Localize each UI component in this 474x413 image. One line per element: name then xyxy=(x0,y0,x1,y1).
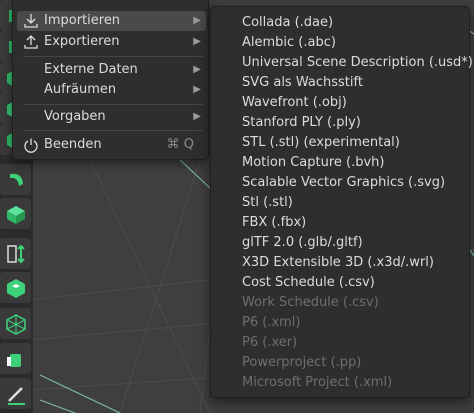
import-item-label: X3D Extensible 3D (.x3d/.wrl) xyxy=(242,255,434,270)
import-item-label: SVG als Wachsstift xyxy=(242,75,363,90)
import-item-label: P6 (.xml) xyxy=(242,315,301,330)
menu-item-label: Importieren xyxy=(44,13,121,28)
import-item[interactable]: Stanford PLY (.ply) xyxy=(211,113,469,133)
import-item-label: Work Schedule (.csv) xyxy=(242,295,379,310)
menu-separator xyxy=(23,56,203,57)
submenu-arrow-icon: ▶ xyxy=(193,84,201,95)
cube-icon xyxy=(6,205,25,224)
menu-item-label: Exportieren xyxy=(44,34,120,49)
menu-item-export[interactable]: Exportieren ▶ xyxy=(17,32,206,52)
tool-button[interactable] xyxy=(0,164,31,195)
tool-button[interactable] xyxy=(0,308,31,339)
import-icon xyxy=(24,14,38,28)
measure-icon xyxy=(6,244,25,263)
submenu-arrow-icon: ▶ xyxy=(193,64,201,75)
import-item-label: P6 (.xer) xyxy=(242,335,298,350)
shortcut-label: ⌘ Q xyxy=(166,137,194,152)
import-item[interactable]: Cost Schedule (.csv) xyxy=(211,273,469,293)
import-item[interactable]: glTF 2.0 (.glb/.gltf) xyxy=(211,233,469,253)
tool-button[interactable] xyxy=(0,343,31,374)
submenu-arrow-icon: ▶ xyxy=(193,111,201,122)
export-icon xyxy=(24,35,38,49)
import-item-disabled: P6 (.xer) xyxy=(211,333,469,353)
menu-item-cleanup[interactable]: Aufräumen ▶ xyxy=(17,80,206,100)
menu-separator xyxy=(23,130,203,131)
import-item[interactable]: Alembic (.abc) xyxy=(211,33,469,53)
import-item-label: Motion Capture (.bvh) xyxy=(242,155,385,170)
import-item[interactable]: Wavefront (.obj) xyxy=(211,93,469,113)
tool-button[interactable] xyxy=(0,238,31,269)
menu-item-import[interactable]: Importieren ▶ xyxy=(17,11,206,31)
import-item-label: Wavefront (.obj) xyxy=(242,95,347,110)
import-item-label: Universal Scene Description (.usd*) xyxy=(242,55,473,70)
torus-icon xyxy=(9,173,23,186)
tool-button[interactable] xyxy=(0,378,31,409)
menu-item-label: Aufräumen xyxy=(44,82,117,97)
import-item-label: Microsoft Project (.xml) xyxy=(242,375,393,390)
tool-button[interactable] xyxy=(0,198,31,229)
import-item-label: FBX (.fbx) xyxy=(242,215,307,230)
import-item-disabled: Work Schedule (.csv) xyxy=(211,293,469,313)
import-item[interactable]: Motion Capture (.bvh) xyxy=(211,153,469,173)
submenu-arrow-icon: ▶ xyxy=(193,15,201,26)
pencil-icon xyxy=(7,386,25,405)
import-item[interactable]: FBX (.fbx) xyxy=(211,213,469,233)
menu-item-defaults[interactable]: Vorgaben ▶ xyxy=(17,107,206,127)
import-item-label: Scalable Vector Graphics (.svg) xyxy=(242,175,446,190)
import-item-label: Alembic (.abc) xyxy=(242,35,336,50)
import-item-label: Cost Schedule (.csv) xyxy=(242,275,375,290)
menu-separator xyxy=(23,104,203,105)
import-item[interactable]: Collada (.dae) xyxy=(211,13,469,33)
import-item-label: Stl (.stl) xyxy=(242,195,293,210)
import-item-label: Collada (.dae) xyxy=(242,15,334,30)
menu-item-quit[interactable]: Beenden ⌘ Q xyxy=(17,135,206,155)
import-item[interactable]: Universal Scene Description (.usd*) xyxy=(211,53,473,73)
menu-item-label: Externe Daten xyxy=(44,62,138,77)
import-item[interactable]: Scalable Vector Graphics (.svg) xyxy=(211,173,469,193)
solid-icon xyxy=(6,278,25,298)
wireframe-icon xyxy=(5,313,26,335)
import-item[interactable]: SVG als Wachsstift xyxy=(211,73,469,93)
import-item[interactable]: STL (.stl) (experimental) xyxy=(211,133,469,153)
menu-item-label: Beenden xyxy=(44,137,102,152)
import-submenu: Collada (.dae) Alembic (.abc) Universal … xyxy=(210,6,473,398)
menu-item-external-data[interactable]: Externe Daten ▶ xyxy=(17,60,206,80)
import-item-label: Powerproject (.pp) xyxy=(242,355,362,370)
tool-button[interactable] xyxy=(0,272,31,303)
menu-item-label: Vorgaben xyxy=(44,109,106,124)
power-icon xyxy=(24,138,38,153)
import-item-label: glTF 2.0 (.glb/.gltf) xyxy=(242,235,363,250)
file-menu: Importieren ▶ Exportieren ▶ Externe Date… xyxy=(12,0,209,160)
import-item-disabled: Powerproject (.pp) xyxy=(211,353,469,373)
import-item-disabled: Microsoft Project (.xml) xyxy=(211,373,469,393)
submenu-arrow-icon: ▶ xyxy=(193,36,201,47)
import-item[interactable]: X3D Extensible 3D (.x3d/.wrl) xyxy=(211,253,469,273)
import-item-label: Stanford PLY (.ply) xyxy=(242,115,361,130)
shape-icon xyxy=(6,353,21,367)
import-item-disabled: P6 (.xml) xyxy=(211,313,469,333)
import-item[interactable]: Stl (.stl) xyxy=(211,193,469,213)
import-item-label: STL (.stl) (experimental) xyxy=(242,135,400,150)
